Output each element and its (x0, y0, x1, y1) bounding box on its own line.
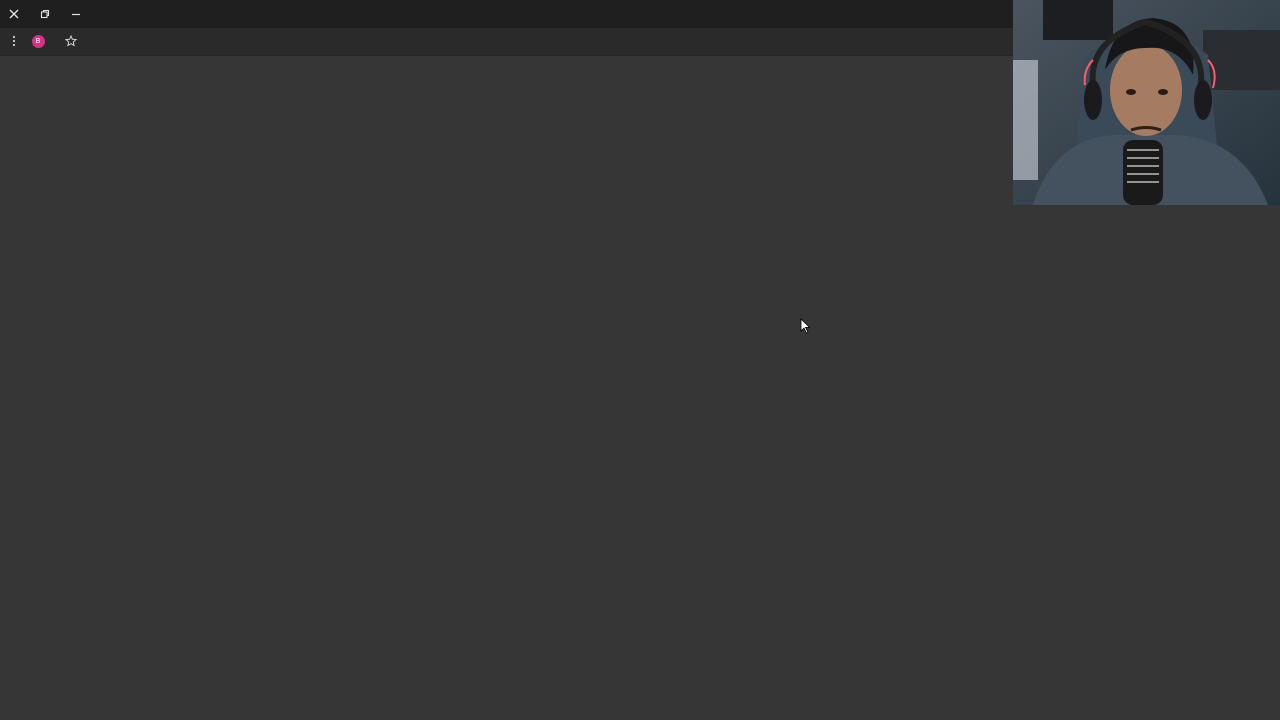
avatar: B (31, 34, 45, 48)
avatar-initial: B (35, 37, 41, 45)
close-icon[interactable] (4, 4, 24, 24)
webcam-overlay (1013, 0, 1280, 205)
star-icon[interactable] (61, 31, 81, 51)
webcam-image (1013, 0, 1280, 205)
kebab-menu-icon[interactable] (4, 31, 24, 51)
minimize-icon[interactable] (66, 4, 86, 24)
restore-icon[interactable] (35, 4, 55, 24)
mouse-cursor-icon (800, 318, 810, 334)
profile-avatar-button[interactable]: B (28, 31, 48, 51)
